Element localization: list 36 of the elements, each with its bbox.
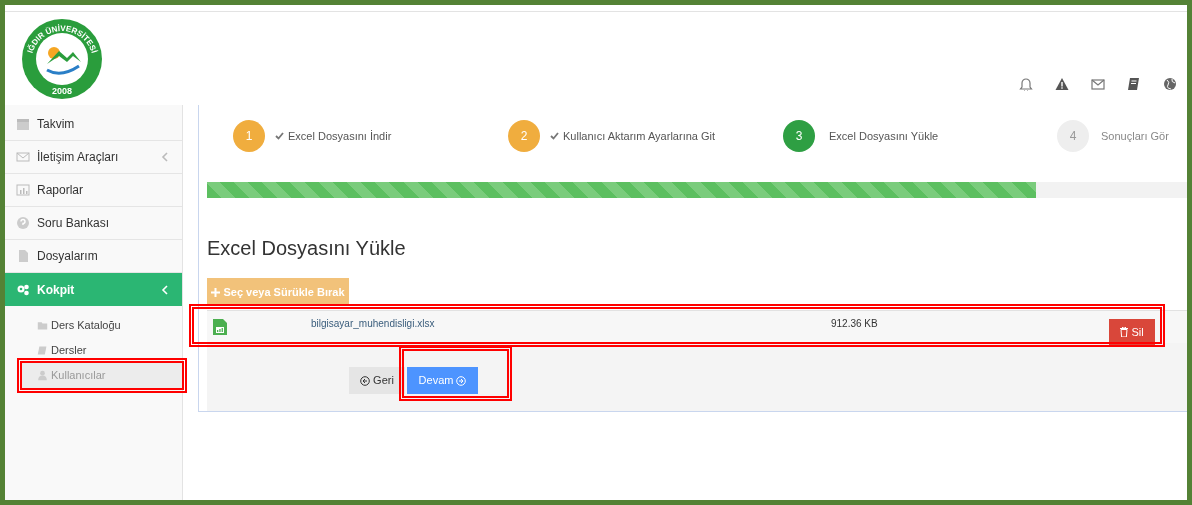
envelope-icon bbox=[16, 150, 30, 164]
file-icon bbox=[16, 249, 30, 263]
trash-icon bbox=[1120, 327, 1129, 337]
section-heading: Excel Dosyasını Yükle bbox=[207, 236, 406, 260]
step-number: 1 bbox=[233, 120, 265, 152]
calendar-icon bbox=[16, 117, 30, 131]
book-icon[interactable] bbox=[1127, 77, 1141, 91]
globe-icon[interactable] bbox=[1163, 77, 1177, 91]
arrow-right-icon bbox=[456, 375, 467, 386]
book-icon bbox=[37, 345, 48, 356]
submenu-item[interactable]: Ders Kataloğu bbox=[5, 313, 182, 338]
step-number: 3 bbox=[783, 120, 815, 152]
bell-icon[interactable] bbox=[1019, 77, 1033, 91]
chart-icon bbox=[16, 183, 30, 197]
step-label: Excel Dosyasını İndir bbox=[288, 128, 392, 144]
file-name: bilgisayar_muhendisligi.xlsx bbox=[311, 316, 436, 331]
check-icon bbox=[275, 132, 284, 140]
envelope-icon[interactable] bbox=[1091, 77, 1105, 91]
step-number: 4 bbox=[1057, 120, 1089, 152]
step-number: 2 bbox=[508, 120, 540, 152]
step-label: Kullanıcı Aktarım Ayarlarına Git bbox=[563, 128, 716, 144]
spreadsheet-icon bbox=[213, 319, 227, 335]
warning-icon[interactable] bbox=[1055, 77, 1069, 91]
delete-button[interactable]: Sil bbox=[1109, 319, 1155, 345]
question-icon bbox=[16, 216, 30, 230]
check-icon bbox=[550, 132, 559, 140]
back-button[interactable]: Geri bbox=[349, 367, 405, 394]
folder-icon bbox=[37, 320, 48, 331]
file-size: 912.36 KB bbox=[831, 316, 879, 331]
submenu-item[interactable]: Dersler bbox=[5, 338, 182, 363]
plus-icon bbox=[211, 287, 221, 297]
gears-icon bbox=[16, 282, 30, 297]
step-label: Sonuçları Gör bbox=[1101, 128, 1169, 144]
step-label: Excel Dosyasını Yükle bbox=[829, 128, 939, 144]
arrow-left-icon bbox=[360, 375, 371, 386]
user-icon bbox=[37, 370, 48, 381]
